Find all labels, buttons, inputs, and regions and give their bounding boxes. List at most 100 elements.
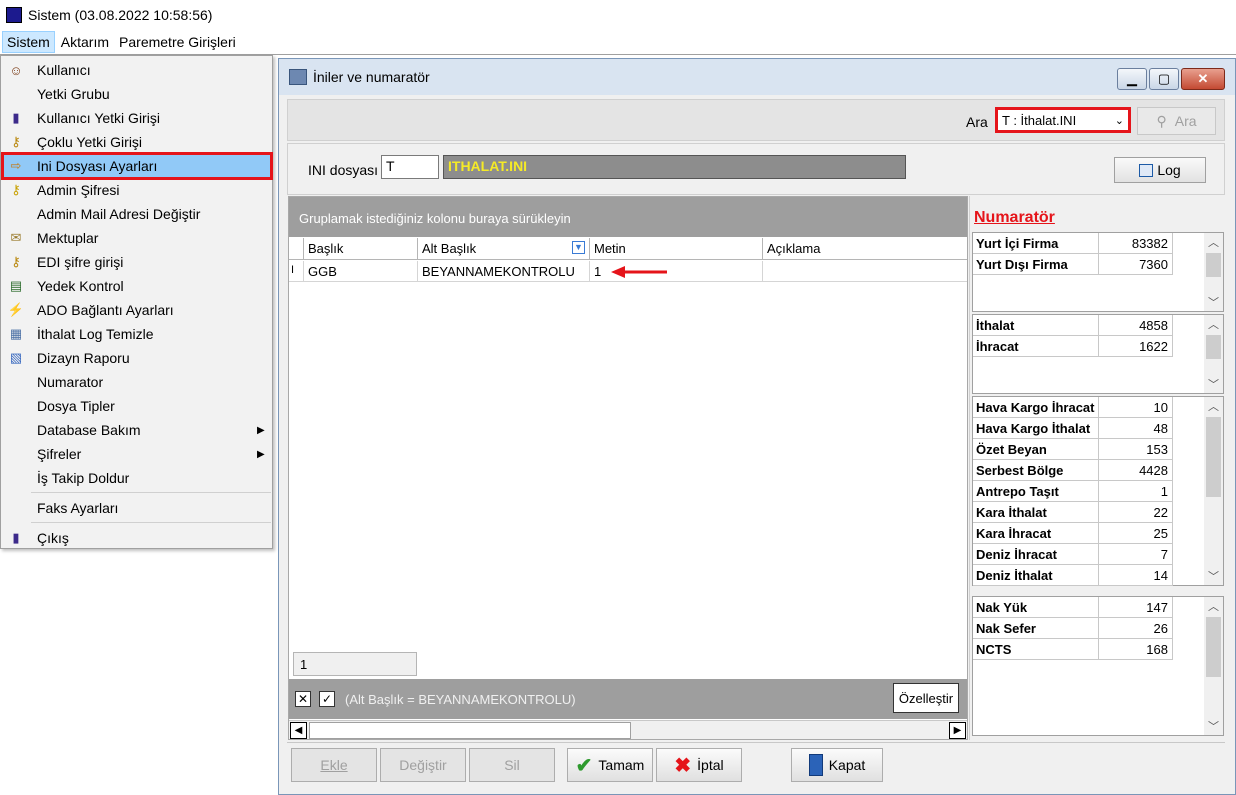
column-header-baslik[interactable]: Başlık [304, 238, 418, 260]
numarator-row[interactable]: Nak Sefer 26 [973, 618, 1173, 639]
menu-item-i-thalat-log-temizle[interactable]: ▦ İthalat Log Temizle [3, 322, 271, 346]
ekle-button[interactable]: Ekle [291, 748, 377, 782]
clear-filter-icon[interactable]: ✕ [295, 691, 311, 707]
numarator-row[interactable]: Kara İthalat 22 [973, 502, 1173, 523]
cell-aciklama[interactable] [763, 261, 967, 282]
maximize-button[interactable]: ▢ [1149, 68, 1179, 90]
numarator-value[interactable]: 48 [1099, 418, 1173, 439]
menu-item-şifreler[interactable]: Şifreler ▶ [3, 442, 271, 466]
menu-item-edi-şifre-girişi[interactable]: ⚷ EDI şifre girişi [3, 250, 271, 274]
close-button[interactable]: ✕ [1181, 68, 1225, 90]
numarator-row[interactable]: İthalat 4858 [973, 315, 1173, 336]
ini-code-field[interactable]: T [381, 155, 439, 179]
menu-aktarim[interactable]: Aktarım [57, 32, 113, 52]
numarator-value[interactable]: 4428 [1099, 460, 1173, 481]
tamam-button[interactable]: ✔ Tamam [567, 748, 653, 782]
horizontal-scrollbar[interactable]: ◀ ▶ [289, 720, 967, 739]
scroll-down-icon[interactable]: ﹀ [1204, 717, 1223, 735]
iptal-button[interactable]: ✖ İptal [656, 748, 742, 782]
numarator-row[interactable]: Serbest Bölge 4428 [973, 460, 1173, 481]
numarator-row[interactable]: Yurt İçi Firma 83382 [973, 233, 1173, 254]
numarator-row[interactable]: Yurt Dışı Firma 7360 [973, 254, 1173, 275]
degistir-button[interactable]: Değiştir [380, 748, 466, 782]
scroll-thumb[interactable] [1206, 335, 1221, 359]
menu-item-kullanıcı[interactable]: ☺ Kullanıcı [3, 58, 271, 82]
sil-button[interactable]: Sil [469, 748, 555, 782]
menu-item-çoklu-yetki-girişi[interactable]: ⚷ Çoklu Yetki Girişi [3, 130, 271, 154]
scroll-thumb[interactable] [309, 722, 631, 739]
scroll-up-icon[interactable]: ︿ [1204, 397, 1223, 415]
numarator-value[interactable]: 168 [1099, 639, 1173, 660]
numarator-row[interactable]: Deniz İhracat 7 [973, 544, 1173, 565]
vertical-scrollbar[interactable]: ︿ ﹀ [1204, 233, 1223, 311]
menu-sistem[interactable]: Sistem [2, 31, 55, 53]
column-header-alt-baslik[interactable]: Alt Başlık ▼ [418, 238, 590, 260]
numarator-row[interactable]: Antrepo Taşıt 1 [973, 481, 1173, 502]
scroll-thumb[interactable] [1206, 417, 1221, 497]
numarator-value[interactable]: 26 [1099, 618, 1173, 639]
numarator-value[interactable]: 25 [1099, 523, 1173, 544]
numarator-row[interactable]: Hava Kargo İthalat 48 [973, 418, 1173, 439]
menu-item-dosya-tipler[interactable]: Dosya Tipler [3, 394, 271, 418]
scroll-down-icon[interactable]: ﹀ [1204, 293, 1223, 311]
menu-item-mektuplar[interactable]: ✉ Mektuplar [3, 226, 271, 250]
menu-item-çıkış[interactable]: ▮ Çıkış [3, 526, 271, 550]
scroll-thumb[interactable] [1206, 253, 1221, 277]
cell-alt-baslik[interactable]: BEYANNAMEKONTROLU [418, 261, 590, 282]
scroll-thumb[interactable] [1206, 617, 1221, 677]
numarator-value[interactable]: 83382 [1099, 233, 1173, 254]
scroll-down-icon[interactable]: ﹀ [1204, 375, 1223, 393]
numarator-row[interactable]: Kara İhracat 25 [973, 523, 1173, 544]
column-header-aciklama[interactable]: Açıklama [763, 238, 967, 260]
minimize-button[interactable]: ▁ [1117, 68, 1147, 90]
menu-item-dizayn-raporu[interactable]: ▧ Dizayn Raporu [3, 346, 271, 370]
log-button[interactable]: Log [1114, 157, 1206, 183]
search-button[interactable]: ⚲ Ara [1137, 107, 1216, 135]
menu-item-yedek-kontrol[interactable]: ▤ Yedek Kontrol [3, 274, 271, 298]
menu-parametre[interactable]: Paremetre Girişleri [115, 32, 240, 52]
numarator-value[interactable]: 7 [1099, 544, 1173, 565]
numarator-value[interactable]: 1 [1099, 481, 1173, 502]
numarator-value[interactable]: 7360 [1099, 254, 1173, 275]
filter-enabled-checkbox[interactable]: ✓ [319, 691, 335, 707]
numarator-row[interactable]: Deniz İthalat 14 [973, 565, 1173, 586]
ini-select[interactable]: T : İthalat.INI ⌄ [995, 107, 1131, 133]
vertical-scrollbar[interactable]: ︿ ﹀ [1204, 315, 1223, 393]
numarator-row[interactable]: Özet Beyan 153 [973, 439, 1173, 460]
menu-item-ini-dosyası-ayarları[interactable]: ⇨ Ini Dosyası Ayarları [1, 152, 273, 180]
scroll-up-icon[interactable]: ︿ [1204, 597, 1223, 615]
numarator-value[interactable]: 14 [1099, 565, 1173, 586]
vertical-scrollbar[interactable]: ︿ ﹀ [1204, 597, 1223, 735]
menu-item-faks-ayarları[interactable]: Faks Ayarları [3, 496, 271, 520]
kapat-button[interactable]: Kapat [791, 748, 883, 782]
scroll-up-icon[interactable]: ︿ [1204, 315, 1223, 333]
group-by-bar[interactable]: Gruplamak istediğiniz kolonu buraya sürü… [289, 197, 967, 237]
column-header-metin[interactable]: Metin [590, 238, 763, 260]
numarator-value[interactable]: 4858 [1099, 315, 1173, 336]
numarator-row[interactable]: Hava Kargo İhracat 10 [973, 397, 1173, 418]
menu-item-i-ş-takip-doldur[interactable]: İş Takip Doldur [3, 466, 271, 490]
numarator-value[interactable]: 153 [1099, 439, 1173, 460]
numarator-row[interactable]: Nak Yük 147 [973, 597, 1173, 618]
vertical-scrollbar[interactable]: ︿ ﹀ [1204, 397, 1223, 585]
menu-item-ado-bağlantı-ayarları[interactable]: ⚡ ADO Bağlantı Ayarları [3, 298, 271, 322]
menu-item-database-bakım[interactable]: Database Bakım ▶ [3, 418, 271, 442]
cell-baslik[interactable]: GGB [304, 261, 418, 282]
menu-item-yetki-grubu[interactable]: Yetki Grubu [3, 82, 271, 106]
numarator-row[interactable]: NCTS 168 [973, 639, 1173, 660]
scroll-right-icon[interactable]: ▶ [949, 722, 966, 739]
scroll-up-icon[interactable]: ︿ [1204, 233, 1223, 251]
filter-icon[interactable]: ▼ [572, 241, 585, 254]
menu-item-admin-şifresi[interactable]: ⚷ Admin Şifresi [3, 178, 271, 202]
menu-item-admin-mail-adresi-değiştir[interactable]: Admin Mail Adresi Değiştir [3, 202, 271, 226]
numarator-value[interactable]: 22 [1099, 502, 1173, 523]
scroll-left-icon[interactable]: ◀ [290, 722, 307, 739]
menu-item-kullanıcı-yetki-girişi[interactable]: ▮ Kullanıcı Yetki Girişi [3, 106, 271, 130]
numarator-value[interactable]: 1622 [1099, 336, 1173, 357]
numarator-row[interactable]: İhracat 1622 [973, 336, 1173, 357]
numarator-value[interactable]: 10 [1099, 397, 1173, 418]
numarator-value[interactable]: 147 [1099, 597, 1173, 618]
scroll-down-icon[interactable]: ﹀ [1204, 567, 1223, 585]
menu-item-numarator[interactable]: Numarator [3, 370, 271, 394]
customize-button[interactable]: Özelleştir [893, 683, 959, 713]
